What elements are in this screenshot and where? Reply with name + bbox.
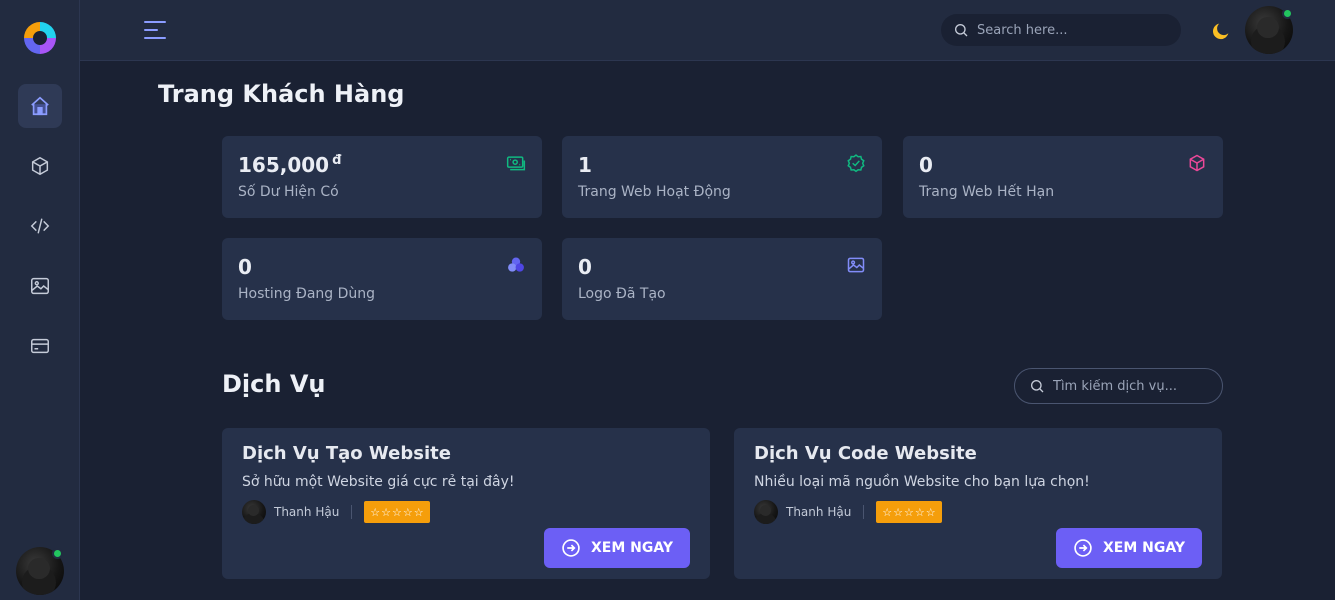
services-section-title: Dịch Vụ (222, 370, 326, 398)
star-icon: ☆ (370, 505, 381, 519)
stat-value: 165,000 đ (238, 153, 342, 177)
service-card-code-website: Dịch Vụ Code Website Nhiều loại mã nguồn… (734, 428, 1222, 579)
author-name: Thanh Hậu (274, 505, 340, 519)
stat-label: Trang Web Hết Hạn (919, 184, 1055, 200)
header-search-input[interactable] (977, 22, 1157, 38)
top-header (80, 0, 1335, 61)
header-search-box[interactable] (941, 14, 1181, 46)
server-icon (508, 257, 524, 272)
star-icon: ☆ (882, 505, 893, 519)
stat-value: 0 (238, 255, 252, 279)
service-card-create-website: Dịch Vụ Tạo Website Sở hữu một Website g… (222, 428, 710, 579)
stat-value: 1 (578, 153, 592, 177)
arrow-right-circle-icon (562, 539, 580, 557)
star-icon: ☆ (402, 505, 413, 519)
online-status-dot (52, 548, 63, 559)
author-avatar (242, 500, 266, 524)
header-user-avatar[interactable] (1245, 6, 1293, 54)
stat-label: Hosting Đang Dùng (238, 286, 376, 302)
divider (863, 505, 865, 519)
stat-value: 0 (919, 153, 933, 177)
star-icon: ☆ (392, 505, 402, 519)
money-icon (506, 156, 526, 171)
sidebar (0, 0, 80, 600)
service-search-box[interactable] (1014, 368, 1223, 404)
stat-card-active-websites: 1 Trang Web Hoạt Động (562, 136, 882, 218)
credit-card-icon (31, 338, 49, 354)
rating-badge: ☆ ☆ ☆ ☆ ☆ (876, 501, 942, 523)
check-circle-icon (847, 154, 865, 173)
search-icon (955, 24, 968, 37)
divider (351, 505, 353, 519)
stat-value: 0 (578, 255, 592, 279)
author-name: Thanh Hậu (786, 505, 852, 519)
stat-card-balance: 165,000 đ Số Dư Hiện Có (222, 136, 542, 218)
star-icon: ☆ (904, 505, 914, 519)
view-now-button[interactable]: XEM NGAY (1056, 528, 1202, 568)
sidebar-item-images[interactable] (18, 264, 62, 308)
app-logo[interactable] (22, 20, 58, 56)
cube-icon (1189, 154, 1205, 172)
view-now-label: XEM NGAY (1102, 540, 1185, 556)
sidebar-item-code[interactable] (18, 204, 62, 248)
stat-label: Logo Đã Tạo (578, 286, 666, 302)
sidebar-item-payment[interactable] (18, 324, 62, 368)
search-icon (1031, 380, 1044, 393)
stat-card-hosting: 0 Hosting Đang Dùng (222, 238, 542, 320)
moon-icon[interactable] (1210, 20, 1232, 42)
sidebar-item-home[interactable] (18, 84, 62, 128)
image-icon (31, 277, 49, 295)
view-now-label: XEM NGAY (590, 540, 673, 556)
author-avatar (754, 500, 778, 524)
cube-icon (31, 156, 49, 176)
stat-card-logos: 0 Logo Đã Tạo (562, 238, 882, 320)
arrow-right-circle-icon (1074, 539, 1092, 557)
star-icon: ☆ (893, 505, 904, 519)
service-title: Dịch Vụ Code Website (754, 443, 977, 464)
home-icon (31, 96, 49, 116)
sidebar-item-products[interactable] (18, 144, 62, 188)
online-status-dot (1282, 8, 1293, 19)
rating-badge: ☆ ☆ ☆ ☆ ☆ (364, 501, 430, 523)
currency-unit: đ (332, 153, 342, 168)
stat-label: Số Dư Hiện Có (238, 184, 339, 200)
service-title: Dịch Vụ Tạo Website (242, 443, 451, 464)
stat-label: Trang Web Hoạt Động (578, 184, 731, 200)
service-description: Sở hữu một Website giá cực rẻ tại đây! (242, 474, 515, 490)
sidebar-user-avatar[interactable] (16, 547, 64, 595)
service-description: Nhiều loại mã nguồn Website cho bạn lựa … (754, 474, 1090, 490)
view-now-button[interactable]: XEM NGAY (544, 528, 690, 568)
service-author: Thanh Hậu ☆ ☆ ☆ ☆ ☆ (754, 500, 942, 524)
service-author: Thanh Hậu ☆ ☆ ☆ ☆ ☆ (242, 500, 430, 524)
star-icon: ☆ (914, 505, 925, 519)
menu-toggle-icon[interactable] (144, 19, 168, 41)
code-icon (30, 218, 50, 234)
service-search-input[interactable] (1053, 378, 1203, 394)
star-icon: ☆ (413, 505, 424, 519)
image-icon (847, 257, 865, 273)
page-title: Trang Khách Hàng (158, 80, 405, 108)
stat-card-expired-websites: 0 Trang Web Hết Hạn (903, 136, 1223, 218)
star-icon: ☆ (381, 505, 392, 519)
star-icon: ☆ (925, 505, 936, 519)
